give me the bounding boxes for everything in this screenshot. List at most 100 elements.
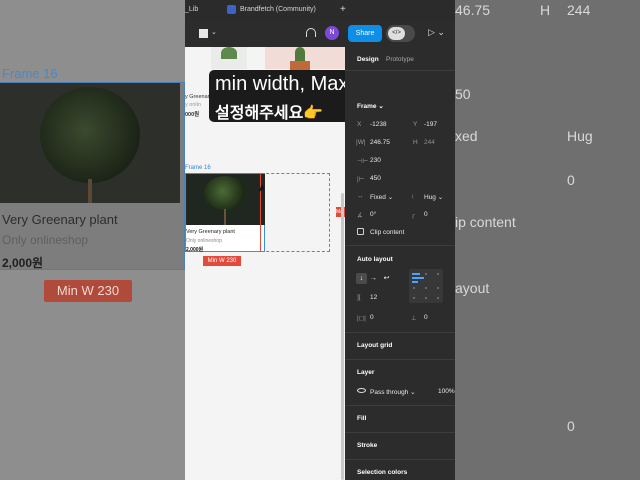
- selection-colors-header[interactable]: Selection colors: [357, 469, 407, 476]
- share-button[interactable]: Share: [348, 25, 382, 42]
- properties-panel: Design Prototype Frame ⌄ X -1238 Y -197 …: [345, 47, 455, 480]
- divider: [345, 359, 455, 360]
- vertical-padding-input[interactable]: 0: [424, 314, 428, 321]
- y-input[interactable]: -197: [424, 121, 437, 128]
- bg-value-4: xed: [455, 128, 478, 144]
- corner-radius-input[interactable]: 0: [424, 211, 428, 218]
- bg-min-width-badge: Min W 230: [44, 280, 132, 302]
- align-dot: [425, 287, 427, 289]
- divider: [345, 332, 455, 333]
- canvas-bg-text-1: y Greenar: [185, 94, 210, 100]
- max-width-input[interactable]: 450: [370, 175, 381, 182]
- panel-tabs: Design Prototype: [345, 47, 455, 71]
- rotation-input[interactable]: 0°: [370, 211, 376, 218]
- bg-card-price: 2,000원: [2, 256, 44, 270]
- bg-plant-image: [0, 83, 180, 203]
- toolbar: ⌄ N Share </> ▷ ⌄: [185, 20, 455, 47]
- layout-grid-header[interactable]: Layout grid: [357, 342, 392, 349]
- dev-mode-toggle[interactable]: </>: [386, 25, 415, 42]
- present-play-icon[interactable]: ▷ ⌄: [428, 27, 445, 38]
- bg-value-5: Hug: [567, 128, 593, 144]
- figma-file-icon: [227, 5, 236, 14]
- blend-mode-select[interactable]: Pass through ⌄: [370, 388, 416, 396]
- bg-value-6: 0: [567, 172, 575, 188]
- min-width-badge: Min W 230: [203, 256, 241, 266]
- horizontal-padding-input[interactable]: 0: [370, 314, 374, 321]
- align-dot: [413, 297, 415, 299]
- caption-line-2: 설정해주세요👉: [215, 105, 324, 122]
- alignment-grid[interactable]: [409, 269, 443, 303]
- plant-thumbnail: [211, 47, 247, 69]
- height-input[interactable]: 244: [424, 139, 435, 146]
- gap-icon: ][: [357, 294, 361, 301]
- align-dot: [437, 287, 439, 289]
- corner-radius-icon: ╭: [411, 212, 415, 219]
- avatar[interactable]: N: [325, 26, 339, 40]
- divider: [345, 432, 455, 433]
- fill-header[interactable]: Fill: [357, 415, 366, 422]
- min-width-icon: ⊣⊢: [357, 158, 369, 165]
- bg-plant-crown: [40, 87, 140, 183]
- tab-design[interactable]: Design: [357, 56, 379, 63]
- x-input[interactable]: -1238: [370, 121, 387, 128]
- frame-section-header[interactable]: Frame ⌄: [357, 102, 384, 110]
- vertical-padding-icon: ⊥: [411, 315, 417, 322]
- layer-header: Layer: [357, 369, 375, 376]
- bg-card-sub: Only onlineshop: [2, 233, 89, 247]
- auto-layout-header: Auto layout: [357, 256, 393, 263]
- eye-icon[interactable]: [357, 388, 366, 393]
- layers-icon[interactable]: [199, 29, 208, 38]
- align-dot: [437, 297, 439, 299]
- y-label: Y: [413, 121, 418, 128]
- canvas-bg-text-3: 000원: [185, 112, 200, 118]
- stroke-header[interactable]: Stroke: [357, 442, 377, 449]
- gap-input[interactable]: 12: [370, 294, 377, 301]
- bg-plant-trunk: [88, 179, 92, 203]
- bg-value-9: 0: [567, 418, 575, 434]
- chevron-down-icon[interactable]: ⌄: [211, 28, 217, 36]
- tree-crown: [204, 176, 246, 210]
- card-title: Very Greenary plant: [186, 229, 235, 235]
- cactus-shape: [295, 47, 305, 61]
- tab-bar: _Lib Brandfetch (Community) +: [185, 0, 455, 20]
- canvas-scrollbar[interactable]: [341, 193, 344, 480]
- align-dot: [413, 287, 415, 289]
- wrap-icon[interactable]: ↩: [381, 273, 392, 284]
- horizontal-padding-icon: |◻|: [357, 315, 366, 322]
- arrow-right-icon[interactable]: →: [368, 273, 379, 284]
- align-dot: [425, 273, 427, 275]
- code-icon: </>: [388, 27, 405, 40]
- tree-trunk: [224, 209, 226, 225]
- background-right-blurred: 46.75 H 244 50 xed Hug 0 ip content ayou…: [455, 0, 640, 480]
- align-dot: [425, 297, 427, 299]
- headphones-icon[interactable]: [306, 28, 316, 37]
- width-sizing-icon: ↔: [357, 193, 364, 200]
- tab-brandfetch[interactable]: Brandfetch (Community): [240, 6, 316, 13]
- frame-label[interactable]: Frame 16: [185, 165, 211, 171]
- divider: [345, 459, 455, 460]
- product-photo: [186, 174, 265, 225]
- card-price: 2,000원: [186, 247, 204, 253]
- min-width-input[interactable]: 230: [370, 157, 381, 164]
- bg-value-1: 46.75: [455, 2, 491, 18]
- tab-lib[interactable]: _Lib: [185, 6, 198, 13]
- clip-content-label: Clip content: [370, 229, 405, 236]
- max-width-icon: |⊢: [357, 176, 365, 183]
- divider: [345, 405, 455, 406]
- clip-content-checkbox[interactable]: [357, 228, 364, 235]
- width-input[interactable]: 246.75: [370, 139, 390, 146]
- width-sizing-select[interactable]: Fixed ⌄: [370, 193, 393, 201]
- bg-card-title: Very Greenary plant: [2, 212, 118, 227]
- align-bar: [412, 277, 424, 279]
- product-card[interactable]: Very Greenary plant Only onlineshop 2,00…: [185, 173, 265, 253]
- tab-prototype[interactable]: Prototype: [386, 56, 414, 63]
- opacity-input[interactable]: 100%: [438, 388, 455, 395]
- bg-value-7: ip content: [455, 214, 516, 230]
- height-sizing-select[interactable]: Hug ⌄: [424, 193, 443, 201]
- x-label: X: [357, 121, 362, 128]
- new-tab-plus-icon[interactable]: +: [340, 4, 346, 15]
- plant-leaves: [221, 47, 237, 59]
- arrow-down-icon[interactable]: ↓: [356, 273, 367, 284]
- height-sizing-icon: ↕: [411, 193, 415, 200]
- divider: [345, 245, 455, 246]
